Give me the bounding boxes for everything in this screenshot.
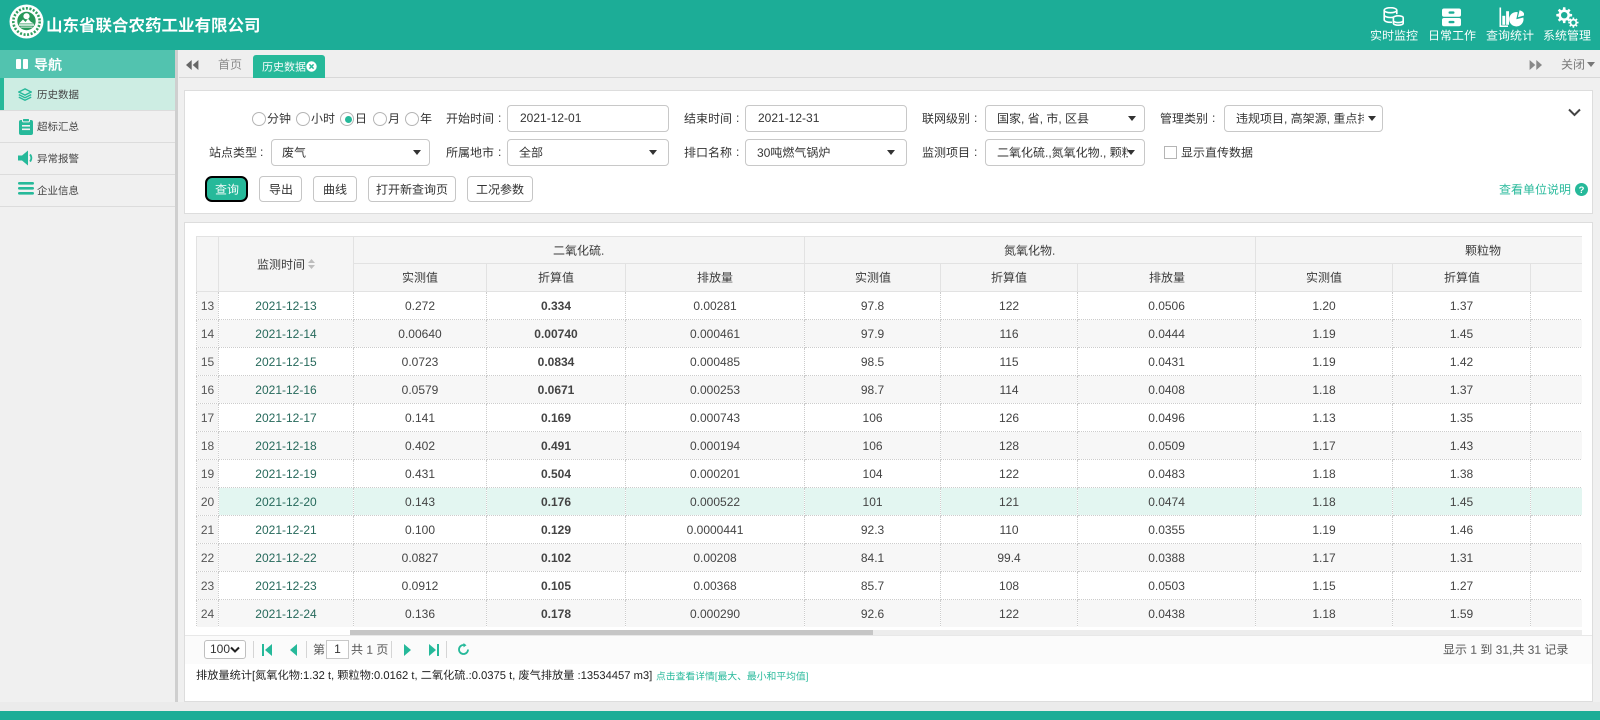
svg-text:?: ? <box>1579 184 1585 195</box>
